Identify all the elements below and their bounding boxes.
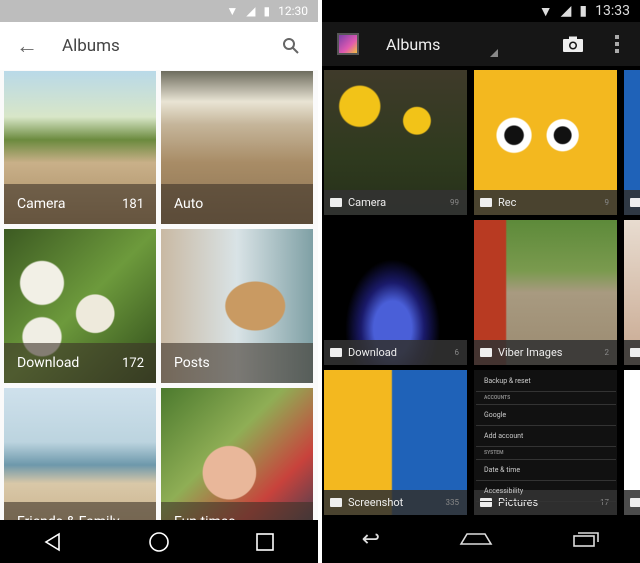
album-caption: Viber Images 2: [474, 340, 617, 365]
settings-item: Add account: [476, 426, 616, 447]
recents-icon[interactable]: [572, 531, 600, 547]
battery-icon: ▮: [263, 4, 271, 18]
album-tile[interactable]: [624, 370, 640, 515]
back-icon[interactable]: [43, 532, 63, 552]
wifi-icon: ▼: [538, 3, 553, 20]
album-caption: Camera 181: [4, 184, 156, 224]
home-icon[interactable]: [148, 531, 170, 553]
search-icon[interactable]: [282, 37, 300, 55]
album-caption: Screenshot 335: [324, 490, 467, 515]
recents-icon[interactable]: [255, 532, 275, 552]
status-time: 12:30: [278, 4, 308, 18]
settings-item: Date & time: [476, 460, 616, 481]
album-caption: Download 172: [4, 343, 156, 383]
right-screenshot-dark-gallery: ▼ ◢ ▮ 13:33 Albums Camera 99 Rec 9 Download 6…: [322, 0, 640, 563]
folder-icon: [480, 348, 492, 357]
album-tile[interactable]: Screenshot 335: [324, 370, 467, 515]
dropdown-indicator-icon: [490, 49, 499, 57]
album-name: Rec: [498, 196, 517, 209]
overflow-menu-icon[interactable]: [614, 34, 620, 54]
settings-item: SYSTEM: [476, 447, 616, 460]
folder-icon: [330, 348, 342, 357]
left-screenshot-light-gallery: ▼ ◢ ▮ 12:30 ← Albums Camera 181 Auto Downlo…: [0, 0, 318, 563]
album-tile[interactable]: Download 6: [324, 220, 467, 365]
settings-preview: Backup & reset ACCOUNTS Google Add account S…: [476, 371, 616, 502]
navigation-bar: [0, 520, 318, 563]
page-title: Albums: [62, 36, 120, 56]
status-time: 13:33: [595, 3, 630, 19]
camera-icon: [330, 198, 342, 207]
album-name: Screenshot: [348, 496, 404, 509]
signal-icon: ◢: [560, 3, 572, 19]
gallery-icon[interactable]: [337, 33, 359, 55]
album-tile[interactable]: [624, 70, 640, 215]
album-count: 6: [454, 348, 460, 357]
album-name: Posts: [174, 355, 210, 371]
album-caption: [624, 490, 640, 515]
album-name: Download: [17, 355, 80, 371]
arrow-back-icon[interactable]: ←: [16, 33, 38, 59]
album-tile[interactable]: [624, 220, 640, 365]
album-caption: Rec 9: [474, 190, 617, 215]
action-bar: Albums: [322, 22, 640, 66]
home-icon[interactable]: [459, 532, 493, 546]
toolbar: ← Albums: [0, 22, 318, 70]
signal-icon: ◢: [246, 4, 256, 18]
folder-icon: [330, 498, 342, 507]
status-bar: ▼ ◢ ▮ 12:30: [0, 0, 318, 22]
album-count: 2: [604, 348, 610, 357]
battery-icon: ▮: [579, 3, 588, 19]
settings-item: ACCOUNTS: [476, 392, 616, 405]
album-tile[interactable]: Viber Images 2: [474, 220, 617, 365]
wifi-icon: ▼: [226, 4, 239, 18]
settings-item: Backup & reset: [476, 371, 616, 392]
album-name: Viber Images: [498, 346, 563, 359]
settings-item: Accessibility: [476, 481, 616, 502]
album-tile[interactable]: Camera 99: [324, 70, 467, 215]
album-tile[interactable]: Auto: [161, 71, 313, 224]
camera-icon[interactable]: [562, 36, 584, 53]
album-tile[interactable]: Fun times: [161, 388, 313, 542]
album-name: Camera: [348, 196, 387, 209]
back-icon[interactable]: ↩: [362, 527, 380, 552]
settings-item: Google: [476, 405, 616, 426]
folder-icon: [480, 198, 492, 207]
album-count: 9: [604, 198, 610, 207]
album-tile[interactable]: Posts: [161, 229, 313, 383]
album-name: Auto: [174, 196, 204, 212]
page-title[interactable]: Albums: [386, 35, 440, 54]
album-caption: Posts: [161, 343, 313, 383]
album-caption: Auto: [161, 184, 313, 224]
album-name: Download: [348, 346, 397, 359]
album-tile[interactable]: Camera 181: [4, 71, 156, 224]
album-caption: Camera 99: [324, 190, 467, 215]
folder-icon: [630, 348, 640, 357]
album-count: 99: [450, 198, 459, 207]
folder-icon: [630, 198, 640, 207]
album-count: 172: [122, 355, 144, 371]
album-count: 181: [122, 196, 144, 212]
navigation-bar: ↩: [322, 515, 640, 563]
folder-icon: [630, 498, 640, 507]
album-caption: [624, 190, 640, 215]
album-name: Camera: [17, 196, 66, 212]
album-tile[interactable]: Download 172: [4, 229, 156, 383]
album-caption: Download 6: [324, 340, 467, 365]
album-caption: [624, 340, 640, 365]
album-count: 335: [445, 498, 460, 507]
album-tile[interactable]: Friends & Family: [4, 388, 156, 542]
album-tile[interactable]: Rec 9: [474, 70, 617, 215]
status-bar: ▼ ◢ ▮ 13:33: [322, 0, 640, 22]
